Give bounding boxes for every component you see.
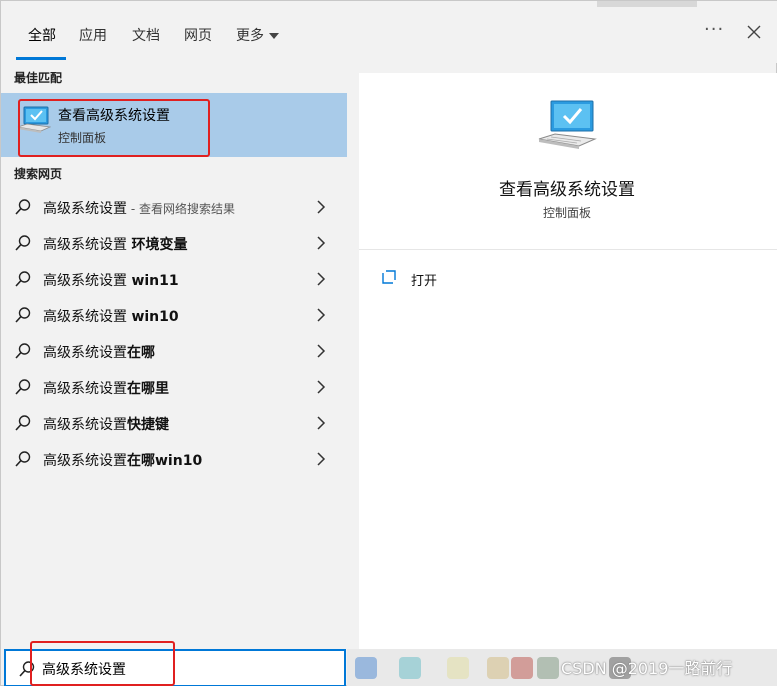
result-hint: - 查看网络搜索结果: [127, 202, 235, 216]
chevron-right-icon[interactable]: [315, 380, 327, 394]
web-result-label: 高级系统设置在哪: [43, 342, 155, 362]
monitor-check-icon: [538, 100, 597, 149]
taskbar-app-icon[interactable]: [447, 657, 469, 679]
search-input[interactable]: [42, 657, 332, 681]
chevron-right-icon[interactable]: [315, 272, 327, 286]
result-text: 高级系统设置: [43, 201, 127, 217]
search-icon: [15, 343, 31, 359]
search-icon: [15, 271, 31, 287]
chevron-right-icon[interactable]: [315, 308, 327, 322]
tab-documents[interactable]: 文档: [132, 25, 160, 45]
web-result-row[interactable]: 高级系统设置 win10: [1, 297, 347, 333]
web-result-label: 高级系统设置在哪win10: [43, 450, 202, 470]
web-search-header: 搜索网页: [14, 167, 63, 181]
web-result-row[interactable]: 高级系统设置 win11: [1, 261, 347, 297]
watermark: CSDN @2019一路前行: [561, 659, 733, 678]
top-edge-strip: [597, 1, 697, 7]
web-result-label: 高级系统设置 win10: [43, 306, 179, 326]
active-tab-indicator: [16, 57, 66, 60]
chevron-right-icon[interactable]: [315, 416, 327, 430]
chevron-right-icon[interactable]: [315, 236, 327, 250]
tab-web[interactable]: 网页: [184, 25, 212, 45]
taskbar-app-icon[interactable]: [487, 657, 509, 679]
taskbar-app-icon[interactable]: [537, 657, 559, 679]
taskbar: CSDN @2019一路前行: [347, 649, 777, 686]
web-result-row[interactable]: 高级系统设置 环境变量: [1, 225, 347, 261]
search-icon: [15, 379, 31, 395]
best-match-header: 最佳匹配: [14, 71, 63, 85]
result-bold-text: win10: [131, 309, 179, 325]
result-text: 高级系统设置: [43, 273, 132, 289]
result-text: 高级系统设置: [43, 453, 127, 469]
result-text: 高级系统设置: [43, 417, 127, 433]
result-text: 高级系统设置: [43, 237, 132, 253]
chevron-right-icon[interactable]: [315, 344, 327, 358]
ellipsis-icon[interactable]: ···: [704, 19, 724, 40]
web-result-row[interactable]: 高级系统设置 - 查看网络搜索结果: [1, 189, 347, 225]
search-icon: [15, 199, 31, 215]
web-result-row[interactable]: 高级系统设置快捷键: [1, 405, 347, 441]
taskbar-app-icon[interactable]: [399, 657, 421, 679]
results-pane: 最佳匹配 查看高级系统设置 控制面板 搜索网页 高级系统设置 - 查看网络搜索结…: [1, 63, 347, 649]
result-bold-text: 在哪里: [127, 381, 169, 397]
web-result-row[interactable]: 高级系统设置在哪win10: [1, 441, 347, 477]
chevron-right-icon[interactable]: [315, 200, 327, 214]
close-icon[interactable]: [745, 23, 763, 41]
web-result-label: 高级系统设置 环境变量: [43, 234, 187, 254]
result-bold-text: 快捷键: [127, 417, 169, 433]
tab-more[interactable]: 更多: [236, 25, 279, 45]
taskbar-app-icon[interactable]: [355, 657, 377, 679]
result-bold-text: 在哪win10: [127, 453, 203, 469]
best-match-subtitle: 控制面板: [58, 131, 107, 145]
web-result-label: 高级系统设置快捷键: [43, 414, 169, 434]
tab-more-label: 更多: [236, 28, 264, 44]
monitor-check-icon: [17, 106, 51, 133]
web-result-row[interactable]: 高级系统设置在哪里: [1, 369, 347, 405]
taskbar-app-icon[interactable]: [511, 657, 533, 679]
tab-apps[interactable]: 应用: [79, 25, 107, 45]
tab-all[interactable]: 全部: [28, 25, 56, 45]
search-icon: [15, 235, 31, 251]
result-bold-text: 环境变量: [131, 237, 188, 253]
chevron-down-icon: [269, 33, 279, 39]
details-title: 查看高级系统设置: [499, 180, 635, 200]
web-result-label: 高级系统设置 win11: [43, 270, 179, 290]
search-icon: [15, 415, 31, 431]
search-window: 全部 应用 文档 网页 更多 ··· 最佳匹配 查看高级系统设置 控制面板 搜索…: [0, 0, 777, 686]
open-action-label: 打开: [411, 274, 438, 289]
result-text: 高级系统设置: [43, 309, 132, 325]
result-text: 高级系统设置: [43, 381, 127, 397]
result-bold-text: 在哪: [127, 345, 155, 361]
chevron-right-icon[interactable]: [315, 452, 327, 466]
tab-bar: 全部 应用 文档 网页 更多 ···: [1, 1, 777, 63]
details-subtitle: 控制面板: [542, 206, 591, 220]
divider: [359, 249, 777, 250]
web-result-label: 高级系统设置 - 查看网络搜索结果: [43, 198, 235, 218]
web-result-label: 高级系统设置在哪里: [43, 378, 169, 398]
search-icon: [15, 307, 31, 323]
search-icon: [15, 451, 31, 467]
result-text: 高级系统设置: [43, 345, 127, 361]
search-box[interactable]: [4, 649, 346, 686]
web-result-row[interactable]: 高级系统设置在哪: [1, 333, 347, 369]
details-pane: 查看高级系统设置 控制面板 打开: [359, 73, 777, 649]
search-icon: [19, 661, 35, 677]
result-bold-text: win11: [131, 273, 179, 289]
best-match-item[interactable]: 查看高级系统设置 控制面板: [1, 93, 347, 157]
best-match-title: 查看高级系统设置: [58, 108, 170, 124]
open-icon: [382, 270, 396, 284]
